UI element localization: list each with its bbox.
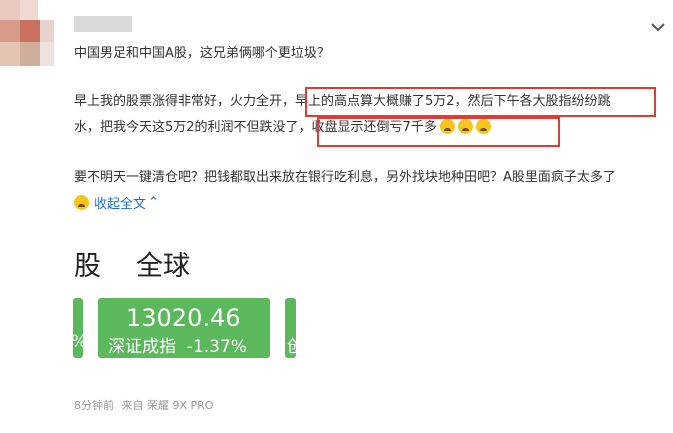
card-left-fragment: % [71, 332, 88, 352]
post-source: 来自 荣耀 9X PRO [121, 399, 214, 412]
image-tab-a-share: 股 [74, 251, 101, 282]
image-tab-global: 全球 [136, 251, 190, 282]
post-title: 中国男足和中国A股，这兄弟俩哪个更垃圾？ [74, 46, 330, 61]
post-time: 8分钟前 [74, 399, 114, 412]
index-card-shenzhen: 13020.46 深证成指 -1.37% [98, 298, 270, 358]
chevron-up-icon: ⌃ [148, 195, 159, 210]
post-line-2-start: 水，把我今天这5万2的利润不但跌没了， [74, 120, 312, 135]
avatar[interactable] [0, 0, 56, 68]
index-value: 13020.46 [126, 304, 241, 332]
username-blurred[interactable] [74, 16, 132, 32]
post-line-3: 要不明天一键清仓吧？把钱都取出来放在银行吃利息，另外找块地种田吧？A股里面疯子太… [74, 170, 616, 185]
highlight-box-loss [317, 117, 560, 147]
index-card-right-partial: 创 [285, 298, 296, 358]
collapse-button[interactable]: 收起全文 ⌃ [74, 193, 159, 212]
index-card-left-partial: % [71, 298, 87, 358]
post-meta: 8分钟前 来自 荣耀 9X PRO [74, 397, 213, 413]
crying-face-icon [74, 195, 89, 210]
index-label: 深证成指 -1.37% [108, 337, 247, 357]
card-right-fragment: 创 [287, 337, 296, 357]
post-line-1-start: 早上我的股票涨得非常好，火力全开， [74, 94, 296, 109]
chevron-down-icon[interactable] [650, 20, 666, 34]
collapse-label: 收起全文 [94, 197, 147, 212]
highlight-box-profit [305, 87, 656, 117]
